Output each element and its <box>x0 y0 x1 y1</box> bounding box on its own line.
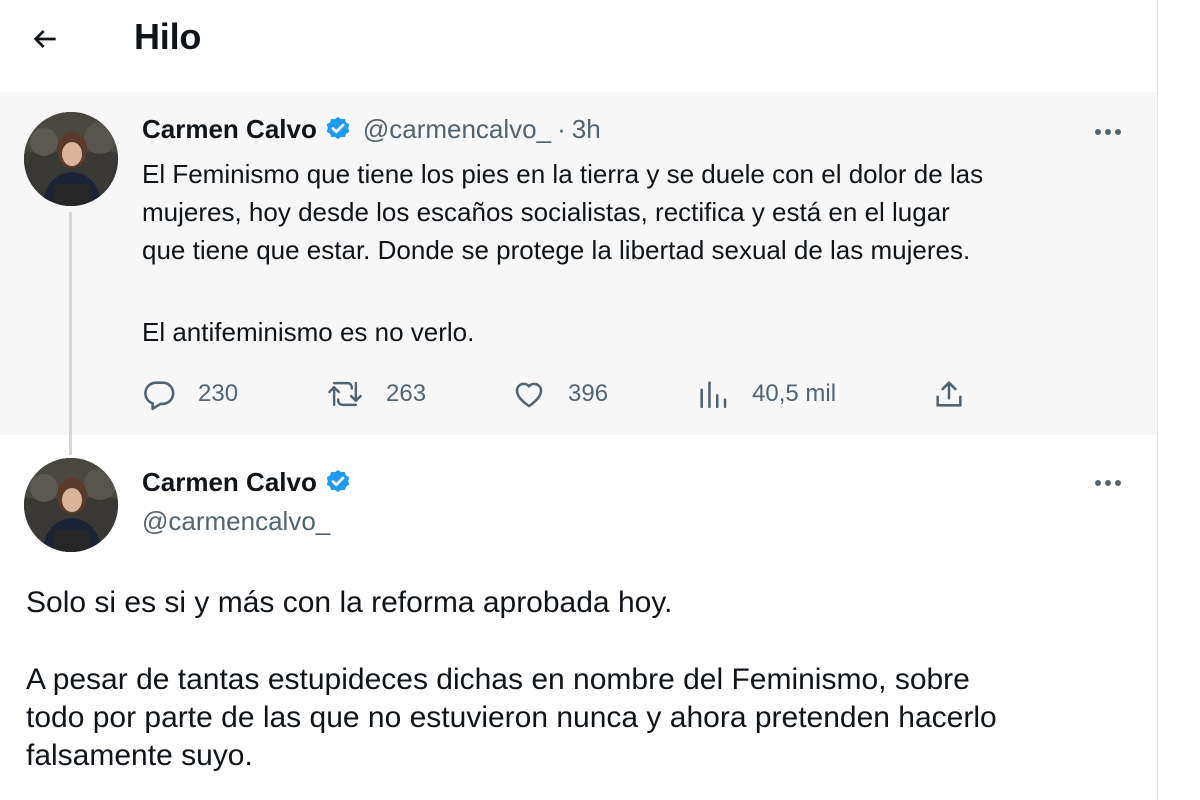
reply-count: 230 <box>198 380 239 407</box>
author-handle[interactable]: @carmencalvo_ <box>142 506 330 537</box>
tweet-text: Solo si es si y más con la reforma aprob… <box>26 586 673 619</box>
views-chart-icon <box>700 381 727 409</box>
tweet-text-paragraph-2: El antifeminismo es no verlo. <box>142 317 475 347</box>
reply-icon <box>144 381 175 411</box>
tweet-text-paragraph-2: A pesar de tantas estupideces dichas en … <box>26 663 997 772</box>
avatar-photo <box>24 458 118 552</box>
column-divider <box>1157 0 1158 800</box>
heart-icon <box>515 382 543 408</box>
page-title: Hilo <box>134 16 202 57</box>
views-count: 40,5 mil <box>752 380 837 407</box>
separator-dot: · <box>557 114 566 144</box>
views-button[interactable]: 40,5 mil <box>696 372 836 416</box>
retweet-icon <box>328 381 362 407</box>
tweet-header-row: Carmen Calvo @carmencalvo_ · 3h <box>142 114 601 145</box>
like-count: 396 <box>568 380 609 407</box>
verified-badge-icon <box>323 115 353 145</box>
more-dots-icon <box>1095 480 1121 486</box>
avatar[interactable] <box>24 112 118 206</box>
tweet-author-row: Carmen Calvo <box>142 467 353 498</box>
thread-column: Hilo Carmen Calvo @carmencalvo_ · 3h El … <box>0 0 1158 800</box>
retweet-count: 263 <box>386 380 427 407</box>
author-name[interactable]: Carmen Calvo <box>142 467 317 498</box>
avatar-photo <box>24 112 118 206</box>
more-options-button[interactable] <box>1088 117 1128 147</box>
share-icon <box>936 381 962 407</box>
thread-header: Hilo <box>0 0 1157 92</box>
like-button[interactable]: 396 <box>512 372 608 416</box>
more-dots-icon <box>1095 129 1121 135</box>
more-options-button[interactable] <box>1088 468 1128 498</box>
tweet-time[interactable]: 3h <box>572 114 601 145</box>
retweet-button[interactable]: 263 <box>326 372 426 416</box>
share-button[interactable] <box>932 372 966 416</box>
author-name[interactable]: Carmen Calvo <box>142 114 317 145</box>
author-handle[interactable]: @carmencalvo_ <box>363 114 551 145</box>
tweet-actions: 230 263 396 40,5 mil <box>142 372 1002 416</box>
thread-connector-line <box>69 212 72 455</box>
arrow-left-icon <box>33 30 56 48</box>
tweet-text: El Feminismo que tiene los pies en la ti… <box>142 159 984 265</box>
parent-tweet[interactable]: Carmen Calvo @carmencalvo_ · 3h El Femin… <box>0 92 1157 435</box>
reply-button[interactable]: 230 <box>142 372 238 416</box>
avatar[interactable] <box>24 458 118 552</box>
back-button[interactable] <box>24 18 66 60</box>
verified-badge-icon <box>323 468 353 498</box>
